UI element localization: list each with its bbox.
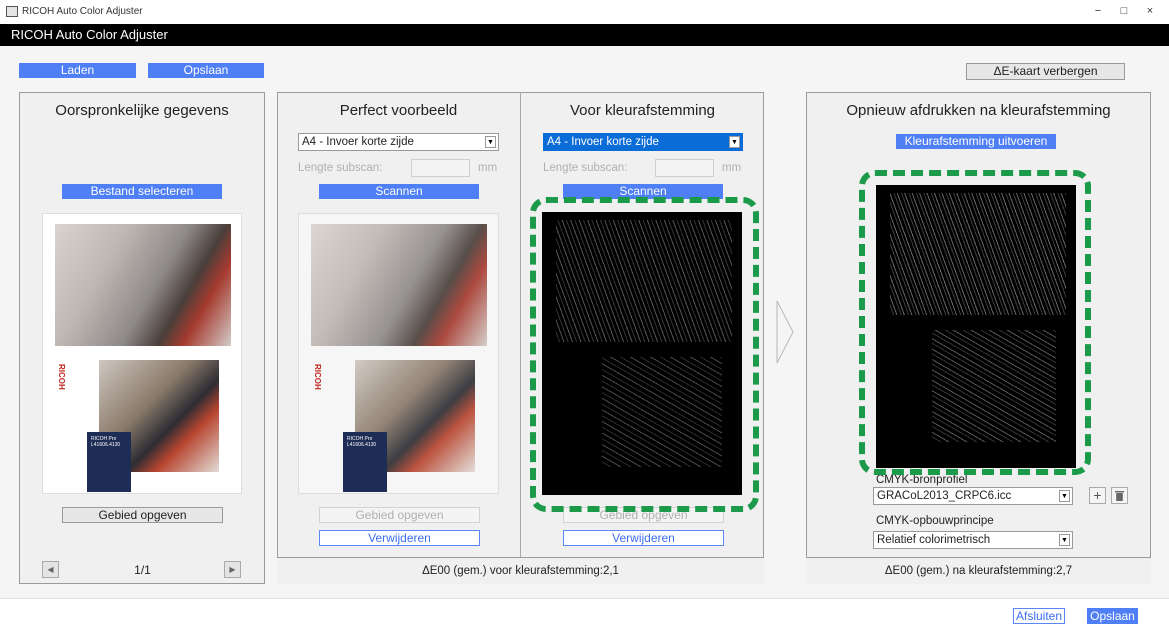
app-header: RICOH Auto Color Adjuster bbox=[0, 24, 1169, 46]
rendering-intent-select-value: Relatief colorimetrisch bbox=[877, 534, 991, 546]
minimize-icon[interactable]: − bbox=[1088, 3, 1108, 19]
close-button[interactable]: Afsluiten bbox=[1013, 608, 1065, 624]
rendering-intent-select[interactable]: Relatief colorimetrisch ▼ bbox=[873, 531, 1073, 549]
window-titlebar: RICOH Auto Color Adjuster − □ × bbox=[0, 0, 1169, 24]
perfect-specify-area-button[interactable]: Gebied opgeven bbox=[319, 507, 480, 523]
before-status-bar: ΔE00 (gem.) voor kleurafstemming:2,1 bbox=[277, 557, 764, 584]
page-indicator: 1/1 bbox=[134, 563, 151, 577]
close-icon[interactable]: × bbox=[1140, 3, 1160, 19]
perfect-subscan-input[interactable] bbox=[411, 159, 470, 177]
next-page-icon[interactable]: ▶ bbox=[224, 561, 241, 578]
perfect-sample-preview: RICOH RICOH Pro L4160/L4130 bbox=[298, 213, 499, 494]
perfect-unit-label: mm bbox=[478, 162, 498, 174]
chevron-down-icon: ▼ bbox=[485, 136, 496, 148]
reprint-panel-title: Opnieuw afdrukken na kleurafstemming bbox=[846, 102, 1111, 119]
before-subscan-input[interactable] bbox=[655, 159, 714, 177]
cmyk-profile-select-value: GRACoL2013_CRPC6.icc bbox=[877, 490, 1012, 502]
save-button[interactable]: Opslaan bbox=[1087, 608, 1138, 624]
perfect-scan-button[interactable]: Scannen bbox=[319, 184, 479, 199]
flow-arrow-icon bbox=[776, 300, 794, 364]
toggle-delta-map-button[interactable]: ΔE-kaart verbergen bbox=[966, 63, 1125, 80]
original-panel-title: Oorspronkelijke gegevens bbox=[55, 102, 229, 119]
window-title: RICOH Auto Color Adjuster bbox=[22, 6, 143, 17]
before-paper-select-value: A4 - Invoer korte zijde bbox=[547, 136, 659, 148]
select-file-button[interactable]: Bestand selecteren bbox=[62, 184, 222, 199]
footer-bar bbox=[0, 598, 1169, 630]
save-top-button[interactable]: Opslaan bbox=[148, 63, 264, 78]
rendering-intent-label: CMYK-opbouwprincipe bbox=[876, 515, 994, 527]
cmyk-profile-select[interactable]: GRACoL2013_CRPC6.icc ▼ bbox=[873, 487, 1073, 505]
perfect-photo-top bbox=[311, 224, 487, 346]
load-button[interactable]: Laden bbox=[19, 63, 136, 78]
maximize-icon[interactable]: □ bbox=[1114, 3, 1134, 19]
original-document-preview: RICOH RICOH Pro L4160/L4130 bbox=[42, 213, 242, 494]
chevron-down-icon: ▼ bbox=[1059, 534, 1070, 546]
perfect-sample-title: Perfect voorbeeld bbox=[339, 102, 458, 119]
before-delete-button[interactable]: Verwijderen bbox=[563, 530, 724, 546]
perfect-delete-button[interactable]: Verwijderen bbox=[319, 530, 480, 546]
perfect-paper-select[interactable]: A4 - Invoer korte zijde ▼ bbox=[298, 133, 499, 151]
perfect-paper-select-value: A4 - Invoer korte zijde bbox=[302, 136, 414, 148]
perfect-card: RICOH Pro L4160/L4130 bbox=[343, 432, 387, 492]
add-icon[interactable]: + bbox=[1089, 487, 1106, 504]
after-status-bar: ΔE00 (gem.) na kleurafstemming:2,7 bbox=[806, 557, 1151, 584]
before-paper-select[interactable]: A4 - Invoer korte zijde ▼ bbox=[543, 133, 743, 151]
cmyk-profile-label: CMYK-bronprofiel bbox=[876, 474, 968, 486]
app-icon bbox=[6, 6, 18, 17]
chevron-down-icon: ▼ bbox=[1059, 490, 1070, 502]
after-highlight-frame bbox=[859, 170, 1091, 475]
run-color-matching-button[interactable]: Kleurafstemming uitvoeren bbox=[896, 134, 1056, 149]
before-matching-title: Voor kleurafstemming bbox=[569, 102, 716, 119]
trash-icon[interactable] bbox=[1111, 487, 1128, 504]
perfect-brand-logo: RICOH bbox=[313, 364, 322, 390]
before-unit-label: mm bbox=[722, 162, 742, 174]
before-subscan-label: Lengte subscan: bbox=[543, 162, 628, 174]
preview-card: RICOH Pro L4160/L4130 bbox=[87, 432, 131, 492]
before-highlight-frame bbox=[530, 197, 759, 512]
prev-page-icon[interactable]: ◀ bbox=[42, 561, 59, 578]
panel-divider bbox=[520, 92, 521, 557]
perfect-subscan-label: Lengte subscan: bbox=[298, 162, 383, 174]
original-specify-area-button[interactable]: Gebied opgeven bbox=[62, 507, 223, 523]
brand-logo: RICOH bbox=[57, 364, 66, 390]
chevron-down-icon: ▼ bbox=[729, 136, 740, 148]
preview-photo-top bbox=[55, 224, 231, 346]
